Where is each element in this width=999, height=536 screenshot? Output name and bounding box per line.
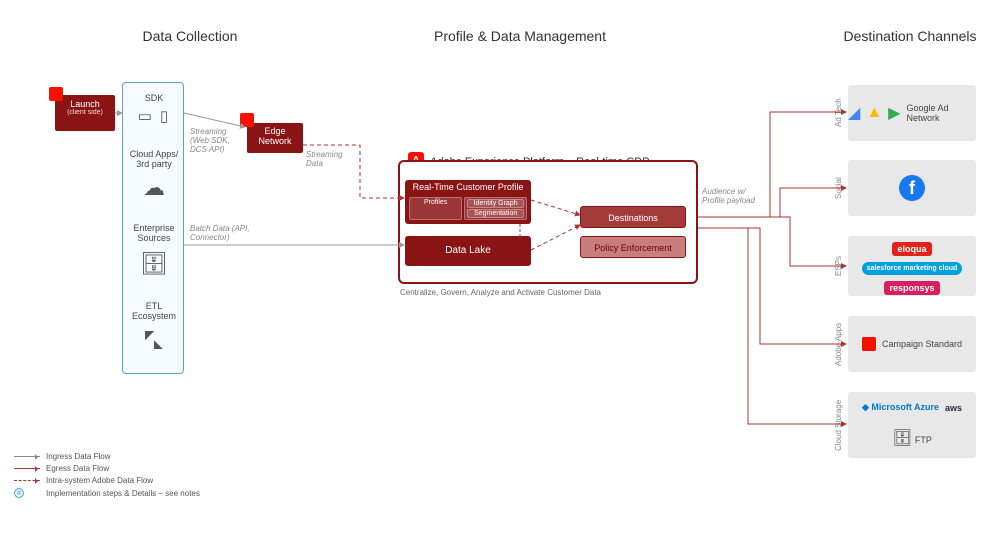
enterprise-sources-label: Enterprise Sources [123,223,185,244]
device-icons: ▭ ▯ [123,107,185,125]
data-sources-column: SDK ▭ ▯ Cloud Apps/ 3rd party ☁ Enterpri… [122,82,184,374]
edge-label: Edge Network [258,126,291,146]
legend: Ingress Data Flow Egress Data Flow Intra… [14,452,200,501]
phone-icon: ▯ [160,108,170,125]
adobe-a-icon [49,87,63,101]
rt-customer-profile-box: Real-Time Customer Profile Profiles Iden… [405,180,531,224]
legend-ingress: Ingress Data Flow [46,452,110,461]
ftp-label: FTP [915,435,932,445]
segmentation-cell: Segmentation [467,209,524,218]
cloud-apps-label: Cloud Apps/ 3rd party [123,149,185,170]
eloqua-logo: eloqua [892,242,931,256]
aep-caption: Centralize, Govern, Analyze and Activate… [400,288,601,297]
etl-icon [123,331,185,354]
edge-network-box: Edge Network [247,123,303,153]
google-ad-network-label: Google Ad Network [906,103,976,123]
azure-logo: ◆ Microsoft Azure [862,402,939,413]
step-marker-icon: # [14,488,24,498]
rt-profile-title: Real-Time Customer Profile [405,182,531,192]
laptop-icon: ▭ [138,108,154,125]
flow-streaming-data: Streaming Data [306,151,350,169]
destinations-box: Destinations [580,206,686,228]
policy-enforcement-box: Policy Enforcement [580,236,686,258]
dest-esps: eloqua salesforce marketing cloud respon… [848,236,976,296]
group-label-adobe-apps: Adobe Apps [834,316,844,372]
responsys-logo: responsys [884,281,939,295]
google-ads-icon: ◢ [848,103,860,123]
etl-label: ETL Ecosystem [123,301,185,322]
data-lake-box: Data Lake [405,236,531,266]
dest-social: f [848,160,976,216]
adobe-a-icon [240,113,254,127]
sdk-label: SDK [123,93,185,103]
database-icon: 🗄 [123,251,185,277]
launch-title: Launch [55,99,115,109]
legend-egress: Egress Data Flow [46,464,109,473]
identity-graph-cell: Identity Graph [467,199,524,208]
google-play-icon: ▶ [888,103,900,123]
campaign-standard-label: Campaign Standard [882,339,962,349]
dest-adobe-apps: Campaign Standard [848,316,976,372]
launch-subtitle: (client side) [55,109,115,116]
database-icon: 🗄 [892,430,912,447]
group-label-cloud-storage: Cloud Storage [834,392,844,458]
adobe-a-icon [862,337,876,351]
flow-streaming-sdk: Streaming (Web SDK, DCS API) [190,128,242,154]
group-label-esps: ESPs [834,236,844,296]
salesforce-marketing-cloud-logo: salesforce marketing cloud [862,262,963,275]
dest-ad-tech: ◢ ▲ ▶ Google Ad Network [848,85,976,141]
legend-impl: Implementation steps & Details – see not… [46,489,200,498]
flow-audience-payload: Audience w/ Profile payload [702,188,762,206]
profiles-cell: Profiles [409,197,462,220]
dest-cloud-storage: ◆ Microsoft Azure aws 🗄 FTP [848,392,976,458]
header-profile-mgmt: Profile & Data Management [380,28,660,44]
group-label-ad-tech: Ad Tech [834,85,844,141]
header-data-collection: Data Collection [100,28,280,44]
facebook-icon: f [899,175,925,201]
launch-box: Launch (client side) [55,95,115,131]
flow-batch-data: Batch Data (API, Connector) [190,225,250,243]
group-label-social: Social [834,160,844,216]
cloud-icon: ☁ [123,175,185,201]
google-ads-icon: ▲ [866,104,882,122]
legend-intra: Intra-system Adobe Data Flow [46,476,153,485]
header-dest-channels: Destination Channels [830,28,990,44]
aws-logo: aws [945,403,962,413]
